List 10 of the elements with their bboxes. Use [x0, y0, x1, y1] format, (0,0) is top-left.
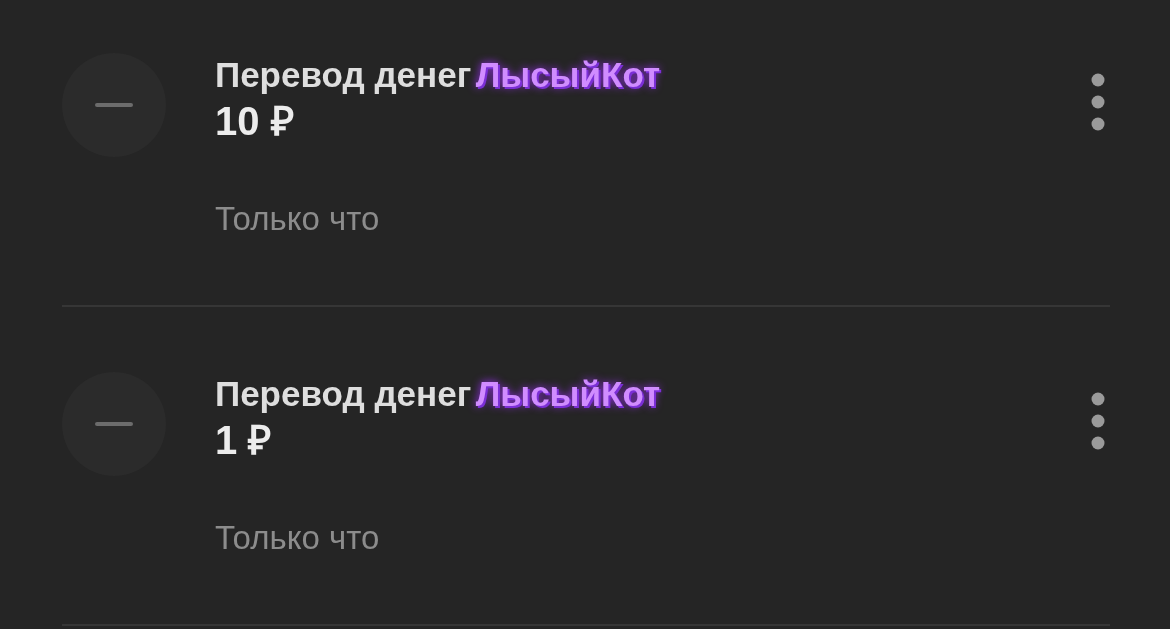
timestamp: Только что	[215, 518, 381, 558]
minus-icon	[95, 422, 133, 426]
sender-name: ЛысыйКот	[475, 374, 661, 413]
timestamp: Только что	[215, 199, 381, 239]
amount: 1 ₽	[215, 417, 273, 464]
transaction-title: Перевод денег	[215, 374, 472, 413]
amount: 10 ₽	[215, 98, 295, 145]
transaction-title: Перевод денег	[215, 55, 472, 94]
minus-icon	[95, 103, 133, 107]
sender-name: ЛысыйКот	[475, 55, 661, 94]
